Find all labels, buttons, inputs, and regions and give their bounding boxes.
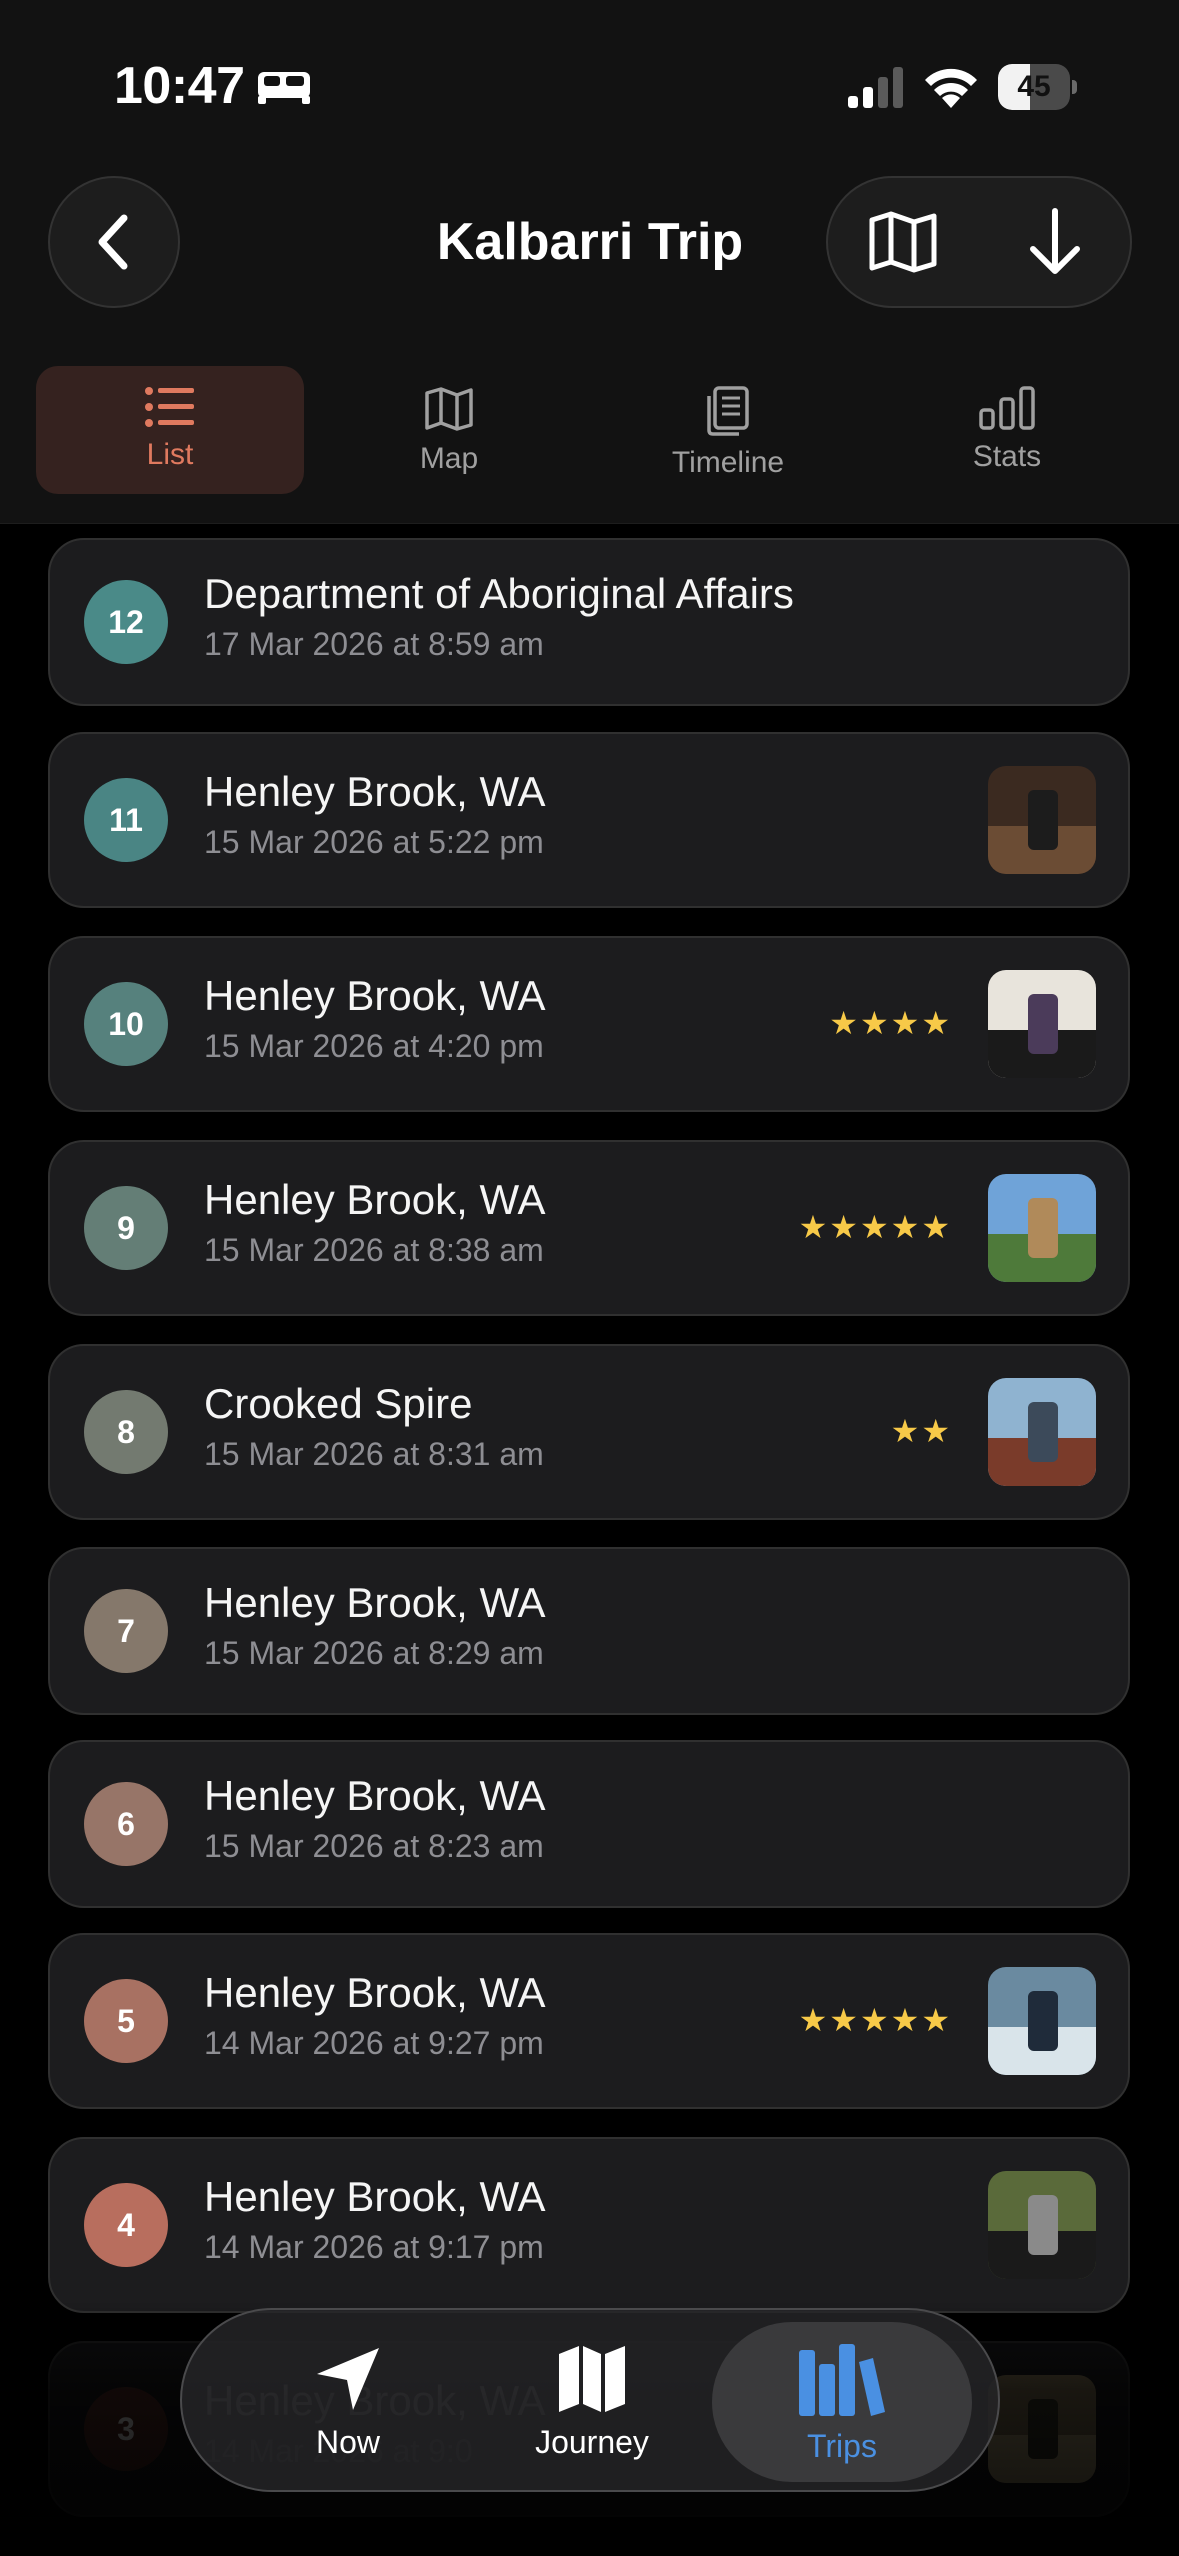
wifi-icon [925,68,977,108]
stop-title: Crooked Spire [204,1380,473,1427]
stop-timestamp: 15 Mar 2026 at 8:31 am [204,1436,544,1472]
tab-bar-now[interactable]: Now [218,2322,478,2482]
tab-bar-journey-label: Journey [535,2424,649,2460]
stop-title: Henley Brook, WA [204,1969,546,2016]
stop-number-badge: 10 [84,982,168,1066]
trips-books-icon [799,2344,885,2416]
stop-number-badge: 8 [84,1390,168,1474]
sleep-focus-icon [258,72,310,104]
stop-title: Henley Brook, WA [204,1176,546,1223]
stop-timestamp: 15 Mar 2026 at 8:23 am [204,1828,544,1864]
chevron-left-icon [98,214,128,270]
star-rating: ★★★★★ [798,1209,952,1245]
tab-bar-journey[interactable]: Journey [462,2322,722,2482]
battery-percent: 45 [1017,70,1051,103]
stop-number-badge: 7 [84,1589,168,1673]
star-rating: ★★ [890,1413,952,1449]
photo-thumbnail[interactable] [988,1967,1096,2075]
stop-title: Department of Aboriginal Affairs [204,570,794,617]
photo-thumbnail[interactable] [988,2171,1096,2279]
list-item[interactable]: 11 Henley Brook, WA 15 Mar 2026 at 5:22 pm [48,732,1130,908]
status-time: 10:47 [114,57,245,115]
tab-bar: Now Journey Trips [180,2308,1000,2492]
stop-timestamp: 14 Mar 2026 at 9:17 pm [204,2229,544,2265]
stop-number-badge: 4 [84,2183,168,2267]
stop-title: Henley Brook, WA [204,1579,546,1626]
tab-timeline-label: Timeline [671,446,785,479]
tab-bar-trips-label: Trips [807,2428,877,2464]
list-item[interactable]: 10 Henley Brook, WA 15 Mar 2026 at 4:20 pm… [48,936,1130,1112]
stop-timestamp: 15 Mar 2026 at 4:20 pm [204,1028,544,1064]
list-item[interactable]: 12 Department of Aboriginal Affairs 17 Mar… [48,538,1130,706]
tab-stats-label: Stats [972,440,1042,473]
tab-timeline[interactable]: Timeline [594,366,862,494]
stop-timestamp: 15 Mar 2026 at 8:29 am [204,1635,544,1671]
stop-timestamp: 17 Mar 2026 at 8:59 am [204,626,544,662]
stop-number-badge: 12 [84,580,168,664]
tab-bar-trips[interactable]: Trips [712,2322,972,2482]
list-item[interactable]: 6 Henley Brook, WA 15 Mar 2026 at 8:23 am [48,1740,1130,1908]
list-item[interactable]: 9 Henley Brook, WA 15 Mar 2026 at 8:38 am ★… [48,1140,1130,1316]
map-icon [869,211,937,273]
stop-title: Henley Brook, WA [204,1772,546,1819]
stats-icon [979,386,1035,430]
list-icon [145,387,194,427]
star-rating: ★★★★★ [798,2002,952,2038]
stop-title: Henley Brook, WA [204,2173,546,2220]
stop-number-badge: 9 [84,1186,168,1270]
download-button[interactable] [980,178,1130,306]
tab-bar-now-label: Now [315,2424,380,2460]
timeline-icon [707,386,749,436]
back-button[interactable] [48,176,180,308]
stop-timestamp: 14 Mar 2026 at 9:27 pm [204,2025,544,2061]
stop-title: Henley Brook, WA [204,972,546,1019]
map-view-button[interactable] [828,178,978,306]
journey-map-icon [559,2346,625,2412]
cellular-signal-icon [848,67,903,108]
stop-number-badge: 6 [84,1782,168,1866]
battery-indicator: 45 [998,64,1078,110]
map-icon [425,387,473,431]
stop-number-badge: 5 [84,1979,168,2063]
stop-timestamp: 15 Mar 2026 at 8:38 am [204,1232,544,1268]
tab-stats[interactable]: Stats [873,366,1141,494]
stop-timestamp: 15 Mar 2026 at 5:22 pm [204,824,544,860]
star-rating: ★★★★ [829,1005,952,1041]
stop-number-badge: 11 [84,778,168,862]
tab-list[interactable]: List [36,366,304,494]
tab-list-label: List [146,438,194,471]
list-item[interactable]: 4 Henley Brook, WA 14 Mar 2026 at 9:17 pm [48,2137,1130,2313]
list-item[interactable]: 8 Crooked Spire 15 Mar 2026 at 8:31 am ★★ [48,1344,1130,1520]
photo-thumbnail[interactable] [988,970,1096,1078]
photo-thumbnail[interactable] [988,766,1096,874]
list-item[interactable]: 7 Henley Brook, WA 15 Mar 2026 at 8:29 am [48,1547,1130,1715]
stop-title: Henley Brook, WA [204,768,546,815]
photo-thumbnail[interactable] [988,1378,1096,1486]
tab-map-label: Map [419,442,479,475]
list-item[interactable]: 5 Henley Brook, WA 14 Mar 2026 at 9:27 pm ★… [48,1933,1130,2109]
location-arrow-icon [317,2348,379,2410]
arrow-down-icon [1030,208,1080,274]
photo-thumbnail[interactable] [988,1174,1096,1282]
tab-map[interactable]: Map [315,366,583,494]
page-title: Kalbarri Trip [436,213,744,271]
header-actions [826,176,1132,308]
